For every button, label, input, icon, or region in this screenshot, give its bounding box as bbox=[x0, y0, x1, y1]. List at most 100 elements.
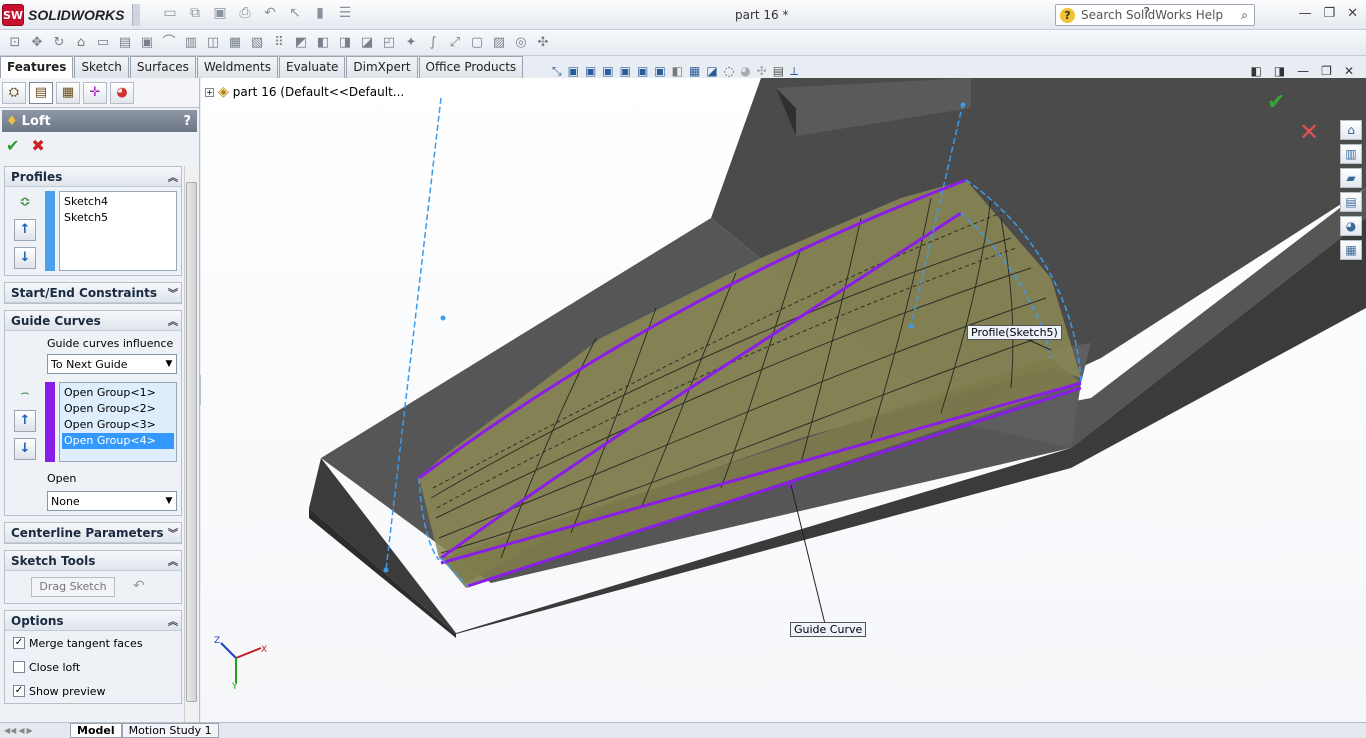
scroll-thumb[interactable] bbox=[186, 182, 197, 702]
previous-view-icon[interactable]: ◧ bbox=[1250, 64, 1261, 78]
appearances-icon[interactable]: ◕ bbox=[1340, 216, 1362, 236]
checkbox-checked[interactable]: ✓ bbox=[13, 685, 25, 697]
custom-properties-icon[interactable]: ▦ bbox=[1340, 240, 1362, 260]
appearance-icon[interactable]: ◕ bbox=[740, 64, 750, 79]
expand-chevron-icon[interactable]: ︾ bbox=[165, 285, 181, 300]
sketch-tools-header[interactable]: Sketch Tools ︽ bbox=[5, 551, 181, 571]
open-select[interactable]: None ▼ bbox=[47, 491, 177, 511]
restore-icon[interactable]: ❐ bbox=[1323, 6, 1335, 21]
search-icon[interactable]: ⌕ bbox=[1241, 8, 1248, 23]
view-cube-icon[interactable]: ▣ bbox=[585, 64, 596, 79]
close-loft-checkbox[interactable]: Close loft bbox=[9, 655, 177, 679]
profile-callout[interactable]: Profile(Sketch5) bbox=[967, 325, 1062, 340]
profiles-list[interactable]: Sketch4 Sketch5 bbox=[59, 191, 177, 271]
tab-dimxpert[interactable]: DimXpert bbox=[346, 56, 418, 78]
save-icon[interactable]: ▣ bbox=[210, 5, 230, 23]
merge-tangent-checkbox[interactable]: ✓ Merge tangent faces bbox=[9, 631, 177, 655]
hide-show-icon[interactable]: ◌ bbox=[724, 64, 734, 79]
ok-checkmark-icon[interactable]: ✔ bbox=[6, 136, 19, 155]
file-properties-icon[interactable]: ☰ bbox=[335, 5, 355, 23]
toolbar-icon[interactable]: ▧ bbox=[248, 34, 266, 52]
zoom-to-fit-icon[interactable]: ⤡ bbox=[552, 64, 562, 79]
dimxpert-manager-tab-icon[interactable]: ✛ bbox=[83, 82, 107, 104]
section-view-icon[interactable]: ◧ bbox=[672, 64, 683, 79]
list-item[interactable]: Open Group<2> bbox=[62, 401, 174, 417]
print-icon[interactable]: ⎙ bbox=[235, 5, 255, 23]
collapse-chevron-icon[interactable]: ︽ bbox=[165, 169, 181, 184]
expand-chevron-icon[interactable]: ︾ bbox=[165, 525, 181, 540]
solidworks-logo[interactable]: SW SOLIDWORKS bbox=[2, 3, 141, 27]
close-icon[interactable]: ✕ bbox=[1344, 64, 1354, 78]
list-item-selected[interactable]: Open Group<4> bbox=[62, 433, 174, 449]
dropdown-arrow-icon[interactable]: ▼ bbox=[162, 496, 176, 506]
centerline-header[interactable]: Centerline Parameters ︾ bbox=[5, 523, 181, 543]
toolbar-icon[interactable]: ◩ bbox=[292, 34, 310, 52]
collapse-chevron-icon[interactable]: ︽ bbox=[165, 553, 181, 568]
move-down-button[interactable]: ↓ bbox=[14, 247, 36, 269]
guide-curves-list[interactable]: Open Group<1> Open Group<2> Open Group<3… bbox=[59, 382, 177, 462]
display-manager-tab-icon[interactable]: ◕ bbox=[110, 82, 134, 104]
design-library-icon[interactable]: ▥ bbox=[1340, 144, 1362, 164]
toolbar-icon[interactable]: ↻ bbox=[50, 34, 68, 52]
toolbar-icon[interactable]: ⌒ bbox=[160, 34, 178, 52]
select-icon[interactable]: ↖ bbox=[285, 5, 305, 23]
toolbar-icon[interactable]: ▭ bbox=[94, 34, 112, 52]
file-explorer-icon[interactable]: ▰ bbox=[1340, 168, 1362, 188]
help-button[interactable]: ? bbox=[183, 114, 191, 129]
checkbox-checked[interactable]: ✓ bbox=[13, 637, 25, 649]
drag-sketch-button[interactable]: Drag Sketch bbox=[31, 577, 115, 597]
tab-motion-study[interactable]: Motion Study 1 bbox=[121, 723, 219, 738]
toolbar-icon[interactable]: ⌂ bbox=[72, 34, 90, 52]
collapse-chevron-icon[interactable]: ︽ bbox=[165, 313, 181, 328]
expand-icon[interactable]: + bbox=[205, 87, 214, 97]
toolbar-icon[interactable]: ◫ bbox=[204, 34, 222, 52]
tab-sketch[interactable]: Sketch bbox=[74, 56, 129, 78]
toolbar-icon[interactable]: ▦ bbox=[226, 34, 244, 52]
pm-scrollbar[interactable] bbox=[184, 166, 198, 722]
toolbar-icon[interactable]: ◧ bbox=[314, 34, 332, 52]
help-menu-icon[interactable]: ? bbox=[1143, 6, 1150, 21]
triad-icon[interactable]: ⟂ bbox=[790, 64, 798, 79]
list-item[interactable]: Open Group<1> bbox=[62, 385, 174, 401]
close-icon[interactable]: ✕ bbox=[1347, 6, 1358, 21]
scene-icon[interactable]: ✣ bbox=[757, 64, 767, 79]
help-search-box[interactable]: ? Search SolidWorks Help ⌕ bbox=[1055, 4, 1255, 26]
list-item[interactable]: Sketch5 bbox=[62, 210, 174, 226]
list-item[interactable]: Sketch4 bbox=[62, 194, 174, 210]
tab-weldments[interactable]: Weldments bbox=[196, 56, 278, 78]
graphics-area[interactable]: + ◈ part 16 (Default<<Default... ✔ ✕ ⌂ ▥… bbox=[201, 78, 1366, 722]
undo-icon[interactable]: ↶ bbox=[260, 5, 280, 23]
guide-curves-header[interactable]: Guide Curves ︽ bbox=[5, 311, 181, 331]
tab-model[interactable]: Model bbox=[70, 723, 122, 738]
next-tab-icon[interactable]: ▶ bbox=[26, 726, 32, 735]
show-preview-checkbox[interactable]: ✓ Show preview bbox=[9, 679, 177, 703]
confirm-ok-icon[interactable]: ✔ bbox=[1267, 90, 1285, 115]
move-up-button[interactable]: ↑ bbox=[14, 219, 36, 241]
minimize-icon[interactable]: — bbox=[1297, 64, 1309, 78]
open-icon[interactable]: ⧉ bbox=[185, 5, 205, 23]
toolbar-icon[interactable]: ✥ bbox=[28, 34, 46, 52]
view-cube-icon[interactable]: ▣ bbox=[602, 64, 613, 79]
search-input[interactable]: Search SolidWorks Help bbox=[1081, 8, 1241, 22]
toolbar-icon[interactable]: ▢ bbox=[468, 34, 486, 52]
new-document-icon[interactable]: ▭ bbox=[160, 5, 180, 23]
confirm-cancel-icon[interactable]: ✕ bbox=[1299, 118, 1319, 146]
start-end-header[interactable]: Start/End Constraints ︾ bbox=[5, 283, 181, 303]
move-down-button[interactable]: ↓ bbox=[14, 438, 36, 460]
home-icon[interactable]: ⌂ bbox=[1340, 120, 1362, 140]
cancel-x-icon[interactable]: ✖ bbox=[31, 136, 44, 155]
view-orientation-icon[interactable]: ▦ bbox=[689, 64, 700, 79]
prev-tab-icon[interactable]: ◀ bbox=[18, 726, 24, 735]
minimize-icon[interactable]: — bbox=[1298, 6, 1311, 21]
toolbar-icon[interactable]: ✦ bbox=[402, 34, 420, 52]
toolbar-icon[interactable]: ▤ bbox=[116, 34, 134, 52]
tab-surfaces[interactable]: Surfaces bbox=[129, 56, 196, 78]
toolbar-icon[interactable]: ▨ bbox=[490, 34, 508, 52]
view-palette-icon[interactable]: ▤ bbox=[1340, 192, 1362, 212]
toolbar-icon[interactable]: ▣ bbox=[138, 34, 156, 52]
view-settings-icon[interactable]: ▤ bbox=[773, 64, 784, 79]
undo-sketch-icon[interactable]: ↶ bbox=[133, 578, 145, 594]
view-cube-icon[interactable]: ▣ bbox=[568, 64, 579, 79]
menu-flyout-arrow[interactable] bbox=[132, 4, 141, 26]
display-style-icon[interactable]: ◪ bbox=[706, 64, 717, 79]
